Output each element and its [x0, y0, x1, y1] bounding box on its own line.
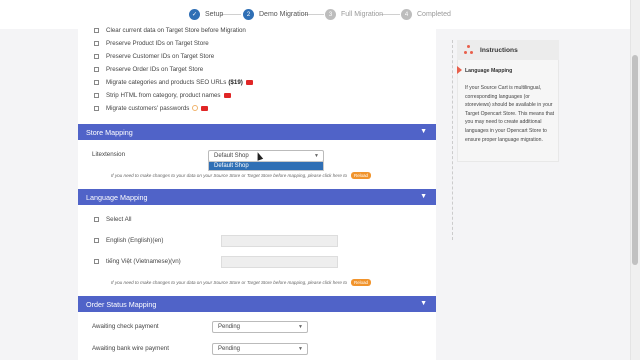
step-setup[interactable]: ✓ Setup — [189, 8, 223, 21]
language-label: English (English)(en) — [106, 236, 164, 244]
checkmark-icon: ✓ — [189, 9, 200, 20]
option-label: Migrate categories and products SEO URLs — [106, 78, 227, 86]
step-label: Completed — [417, 11, 451, 18]
select-value: Pending — [218, 346, 241, 352]
target-language-field[interactable] — [221, 256, 338, 268]
store-mapping-header[interactable]: Store Mapping ▼ — [78, 124, 436, 140]
step-connector — [221, 14, 241, 15]
reload-button[interactable]: Reload — [351, 279, 371, 286]
section-title: Language Mapping — [86, 192, 148, 202]
option-migrate-passwords[interactable]: Migrate customers' passwords — [94, 103, 209, 113]
option-label: Preserve Product IDs on Target Store — [106, 39, 209, 47]
option-label: Preserve Order IDs on Target Store — [106, 65, 204, 73]
step-full-migration[interactable]: 3 Full Migration — [325, 8, 383, 21]
store-mapping-note: If you need to make changes to your data… — [111, 172, 371, 179]
divider — [452, 40, 453, 240]
page-scrollbar[interactable] — [630, 0, 640, 360]
language-mapping-note: If you need to make changes to your data… — [111, 279, 371, 286]
checkbox[interactable] — [94, 216, 99, 222]
select-all-languages[interactable]: Select All — [94, 214, 131, 224]
option-label: Clear current data on Target Store befor… — [106, 26, 246, 34]
step-number: 2 — [243, 9, 254, 20]
help-icon[interactable] — [192, 105, 199, 111]
checkbox[interactable] — [94, 92, 99, 98]
source-store-label: Litextension — [92, 151, 126, 158]
checkbox[interactable] — [94, 237, 99, 243]
instructions-title: Instructions — [480, 46, 518, 54]
chevron-down-icon: ▼ — [420, 193, 427, 200]
youtube-icon[interactable] — [223, 92, 231, 98]
section-title: Store Mapping — [86, 127, 133, 137]
instructions-subtitle: Language Mapping — [465, 68, 513, 74]
option-label: Preserve Customer IDs on Target Store — [106, 52, 215, 60]
order-status-select[interactable]: Pending ▼ — [212, 343, 308, 355]
language-mapping-header[interactable]: Language Mapping ▼ — [78, 189, 436, 205]
chevron-down-icon: ▼ — [298, 346, 303, 352]
note-text: If you need to make changes to your data… — [111, 173, 348, 178]
scrollbar-thumb[interactable] — [632, 55, 638, 265]
instructions-body: If your Source Cart is multilingual, cor… — [465, 85, 555, 143]
step-label: Setup — [205, 11, 224, 18]
price-tag: ($19) — [228, 78, 243, 86]
option-label: Strip HTML from category, product names — [106, 91, 221, 99]
active-marker-icon — [457, 66, 462, 74]
option-migrate-seo-urls[interactable]: Migrate categories and products SEO URLs… — [94, 77, 253, 87]
chevron-down-icon: ▼ — [314, 153, 319, 159]
chevron-down-icon: ▼ — [420, 128, 427, 135]
chevron-down-icon: ▼ — [298, 324, 303, 330]
checkbox[interactable] — [94, 27, 99, 33]
note-text: If you need to make changes to your data… — [111, 280, 348, 285]
instructions-header: Instructions — [457, 40, 559, 60]
checkbox[interactable] — [94, 79, 99, 85]
option-label: Migrate customers' passwords — [106, 104, 190, 112]
step-label: Demo Migration — [259, 11, 309, 18]
step-number: 3 — [325, 9, 336, 20]
option-preserve-customer-ids[interactable]: Preserve Customer IDs on Target Store — [94, 51, 214, 61]
instructions-icon — [464, 45, 474, 55]
checkbox[interactable] — [94, 53, 99, 59]
option-label: Select All — [106, 215, 132, 223]
language-row-english[interactable]: English (English)(en) — [94, 235, 163, 245]
target-language-field[interactable] — [221, 235, 338, 247]
language-row-vietnamese[interactable]: tiếng Việt (Vietnamese)(vn) — [94, 256, 181, 266]
option-preserve-product-ids[interactable]: Preserve Product IDs on Target Store — [94, 38, 209, 48]
section-title: Order Status Mapping — [86, 299, 157, 309]
option-strip-html[interactable]: Strip HTML from category, product names — [94, 90, 231, 100]
select-value: Pending — [218, 324, 241, 330]
youtube-icon[interactable] — [245, 79, 253, 85]
checkbox[interactable] — [94, 66, 99, 72]
youtube-icon[interactable] — [201, 105, 209, 111]
checkbox[interactable] — [94, 105, 99, 111]
reload-button[interactable]: Reload — [351, 172, 371, 179]
step-number: 4 — [401, 9, 412, 20]
option-preserve-order-ids[interactable]: Preserve Order IDs on Target Store — [94, 64, 203, 74]
option-clear-current-data[interactable]: Clear current data on Target Store befor… — [94, 25, 246, 35]
dropdown-option-default-shop[interactable]: Default Shop — [208, 161, 324, 171]
order-status-label: Awaiting bank wire payment — [92, 345, 169, 352]
checkbox[interactable] — [94, 258, 99, 264]
language-label: tiếng Việt (Vietnamese)(vn) — [106, 257, 181, 265]
order-status-label: Awaiting check payment — [92, 323, 159, 330]
checkbox[interactable] — [94, 40, 99, 46]
step-completed[interactable]: 4 Completed — [401, 8, 451, 21]
chevron-down-icon: ▼ — [420, 300, 427, 307]
order-status-mapping-header[interactable]: Order Status Mapping ▼ — [78, 296, 436, 312]
step-demo-migration[interactable]: 2 Demo Migration — [243, 8, 308, 21]
select-value: Default Shop — [214, 153, 249, 159]
order-status-select[interactable]: Pending ▼ — [212, 321, 308, 333]
step-label: Full Migration — [341, 11, 384, 18]
